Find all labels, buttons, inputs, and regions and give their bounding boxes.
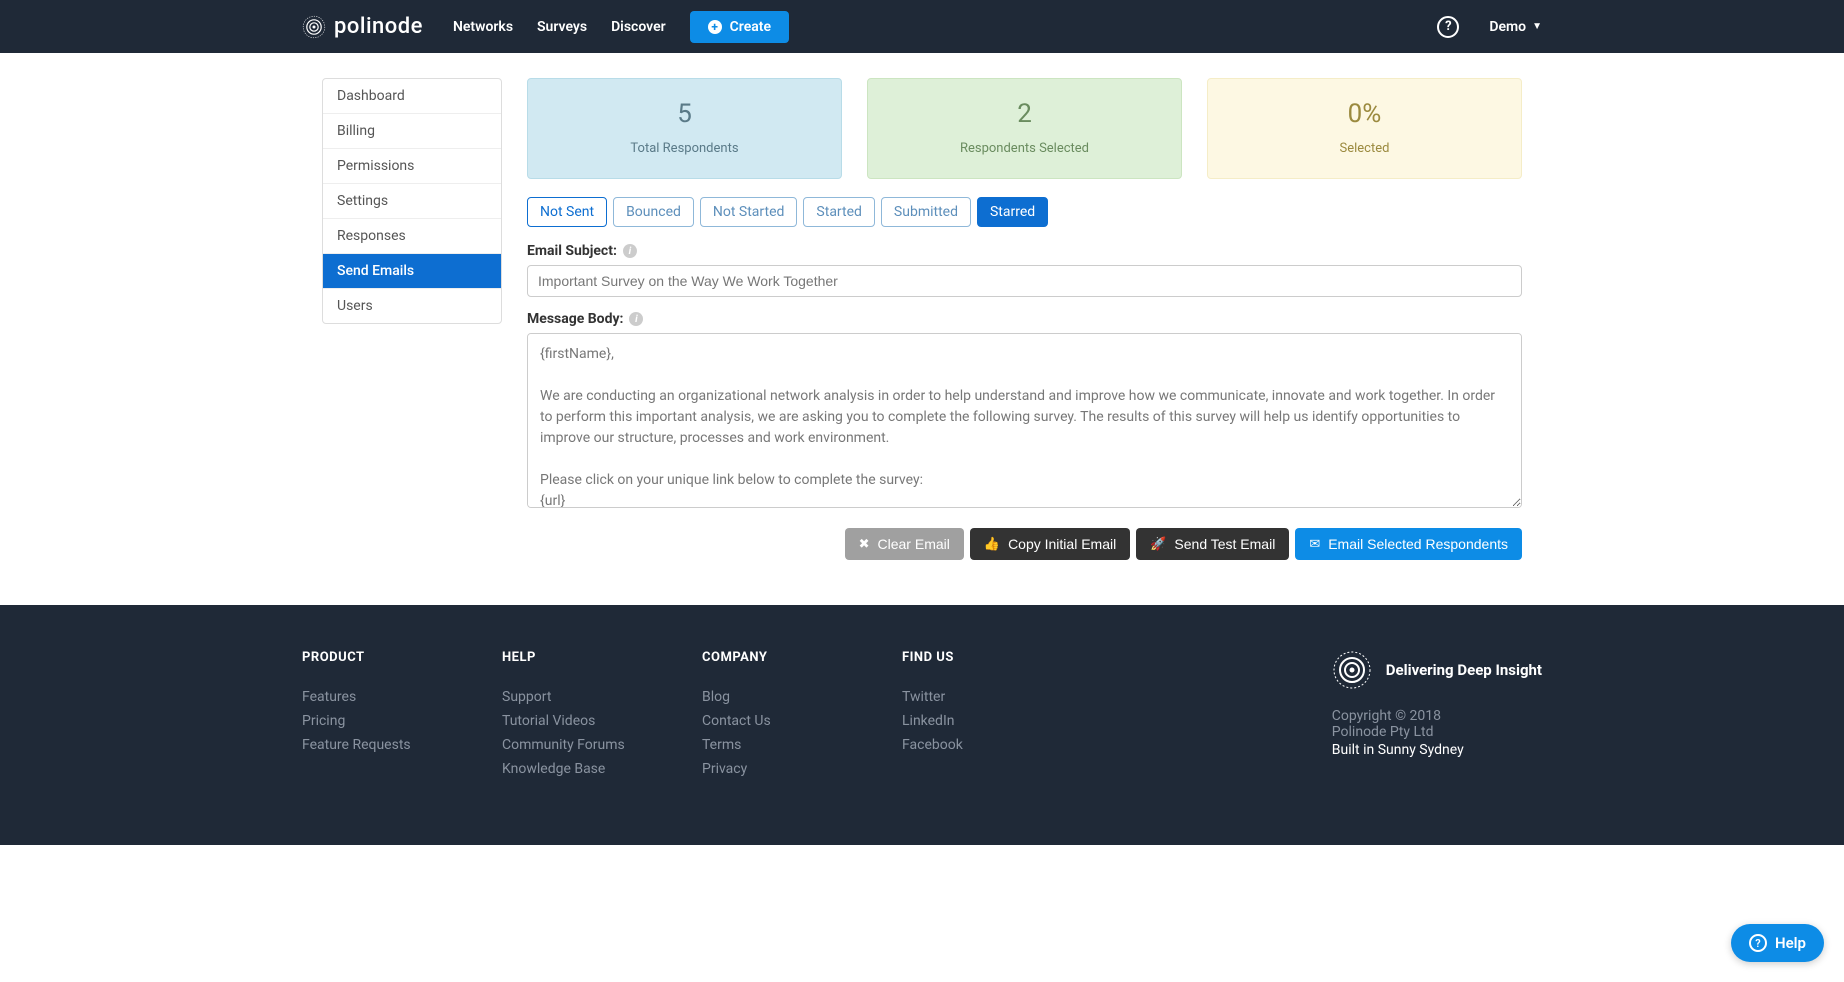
user-menu[interactable]: Demo ▼ <box>1489 19 1542 35</box>
footer-link[interactable]: LinkedIn <box>902 713 1042 729</box>
nav-surveys[interactable]: Surveys <box>537 19 587 35</box>
sidebar: DashboardBillingPermissionsSettingsRespo… <box>322 78 502 324</box>
subject-input[interactable] <box>527 265 1522 297</box>
create-button[interactable]: + Create <box>690 11 789 43</box>
brand-logo[interactable]: polinode <box>302 14 423 39</box>
footer-link[interactable]: Knowledge Base <box>502 761 642 777</box>
user-name: Demo <box>1489 19 1526 35</box>
stat-row: 5 Total Respondents 2 Respondents Selected 0… <box>527 78 1522 179</box>
stat-value: 5 <box>538 99 831 129</box>
stat-label: Selected <box>1218 141 1511 156</box>
footer-copyright: Copyright © 2018 <box>1332 708 1542 724</box>
send-label: Email Selected Respondents <box>1328 536 1508 552</box>
logo-icon <box>302 15 326 39</box>
test-label: Send Test Email <box>1174 536 1275 552</box>
filter-row: Not SentBouncedNot StartedStartedSubmitt… <box>527 197 1522 227</box>
clear-icon: ✖ <box>859 536 870 552</box>
sidebar-item-settings[interactable]: Settings <box>323 184 501 219</box>
footer-link[interactable]: Twitter <box>902 689 1042 705</box>
filter-tab-submitted[interactable]: Submitted <box>881 197 971 227</box>
brand-name: polinode <box>334 14 423 39</box>
stat-label: Total Respondents <box>538 141 831 156</box>
rocket-icon: 🚀 <box>1150 536 1166 552</box>
body-label: Message Body: <box>527 311 623 327</box>
filter-tab-bounced[interactable]: Bounced <box>613 197 694 227</box>
plus-icon: + <box>708 20 722 34</box>
footer-link[interactable]: Feature Requests <box>302 737 442 753</box>
filter-tab-not-started[interactable]: Not Started <box>700 197 798 227</box>
copy-label: Copy Initial Email <box>1008 536 1116 552</box>
footer-find-heading: FIND US <box>902 650 1042 665</box>
sidebar-item-billing[interactable]: Billing <box>323 114 501 149</box>
stat-label: Respondents Selected <box>878 141 1171 156</box>
footer-product-heading: PRODUCT <box>302 650 442 665</box>
help-widget-label: Help <box>1775 934 1806 952</box>
topbar: polinode Networks Surveys Discover + Cre… <box>0 0 1844 53</box>
filter-tab-not-sent[interactable]: Not Sent <box>527 197 607 227</box>
footer-link[interactable]: Facebook <box>902 737 1042 753</box>
footer: PRODUCT Features Pricing Feature Request… <box>0 605 1844 845</box>
stat-value: 2 <box>878 99 1171 129</box>
footer-link[interactable]: Blog <box>702 689 842 705</box>
clear-label: Clear Email <box>878 536 950 552</box>
footer-link[interactable]: Pricing <box>302 713 442 729</box>
info-icon[interactable]: i <box>623 244 637 258</box>
nav-discover[interactable]: Discover <box>611 19 666 35</box>
footer-link[interactable]: Terms <box>702 737 842 753</box>
footer-built: Built in Sunny Sydney <box>1332 742 1542 758</box>
footer-help-heading: HELP <box>502 650 642 665</box>
info-icon[interactable]: i <box>629 312 643 326</box>
filter-tab-started[interactable]: Started <box>803 197 875 227</box>
footer-company-name: Polinode Pty Ltd <box>1332 724 1542 740</box>
footer-logo-icon <box>1332 650 1372 690</box>
footer-company-heading: COMPANY <box>702 650 842 665</box>
footer-link[interactable]: Features <box>302 689 442 705</box>
copy-icon: 👍 <box>984 536 1000 552</box>
footer-link[interactable]: Tutorial Videos <box>502 713 642 729</box>
footer-tagline: Delivering Deep Insight <box>1386 661 1542 679</box>
help-widget[interactable]: ? Help <box>1731 924 1824 962</box>
create-label: Create <box>730 19 771 35</box>
filter-tab-starred[interactable]: Starred <box>977 197 1048 227</box>
help-icon[interactable]: ? <box>1437 16 1459 38</box>
sidebar-item-dashboard[interactable]: Dashboard <box>323 79 501 114</box>
sidebar-item-permissions[interactable]: Permissions <box>323 149 501 184</box>
footer-link[interactable]: Contact Us <box>702 713 842 729</box>
chevron-down-icon: ▼ <box>1532 21 1542 32</box>
help-widget-icon: ? <box>1749 934 1767 952</box>
sidebar-item-send-emails[interactable]: Send Emails <box>323 254 501 289</box>
subject-label: Email Subject: <box>527 243 617 259</box>
footer-link[interactable]: Support <box>502 689 642 705</box>
body-textarea[interactable] <box>527 333 1522 508</box>
nav-networks[interactable]: Networks <box>453 19 513 35</box>
copy-initial-button[interactable]: 👍 Copy Initial Email <box>970 528 1130 560</box>
send-test-button[interactable]: 🚀 Send Test Email <box>1136 528 1289 560</box>
sidebar-item-responses[interactable]: Responses <box>323 219 501 254</box>
stat-card: 0% Selected <box>1207 78 1522 179</box>
stat-card: 2 Respondents Selected <box>867 78 1182 179</box>
stat-card: 5 Total Respondents <box>527 78 842 179</box>
mail-icon: ✉ <box>1309 536 1320 552</box>
body-label-row: Message Body: i <box>527 311 1522 327</box>
footer-link[interactable]: Privacy <box>702 761 842 777</box>
subject-label-row: Email Subject: i <box>527 243 1522 259</box>
clear-email-button[interactable]: ✖ Clear Email <box>845 528 964 560</box>
stat-value: 0% <box>1218 99 1511 129</box>
email-selected-button[interactable]: ✉ Email Selected Respondents <box>1295 528 1522 560</box>
footer-link[interactable]: Community Forums <box>502 737 642 753</box>
sidebar-item-users[interactable]: Users <box>323 289 501 323</box>
